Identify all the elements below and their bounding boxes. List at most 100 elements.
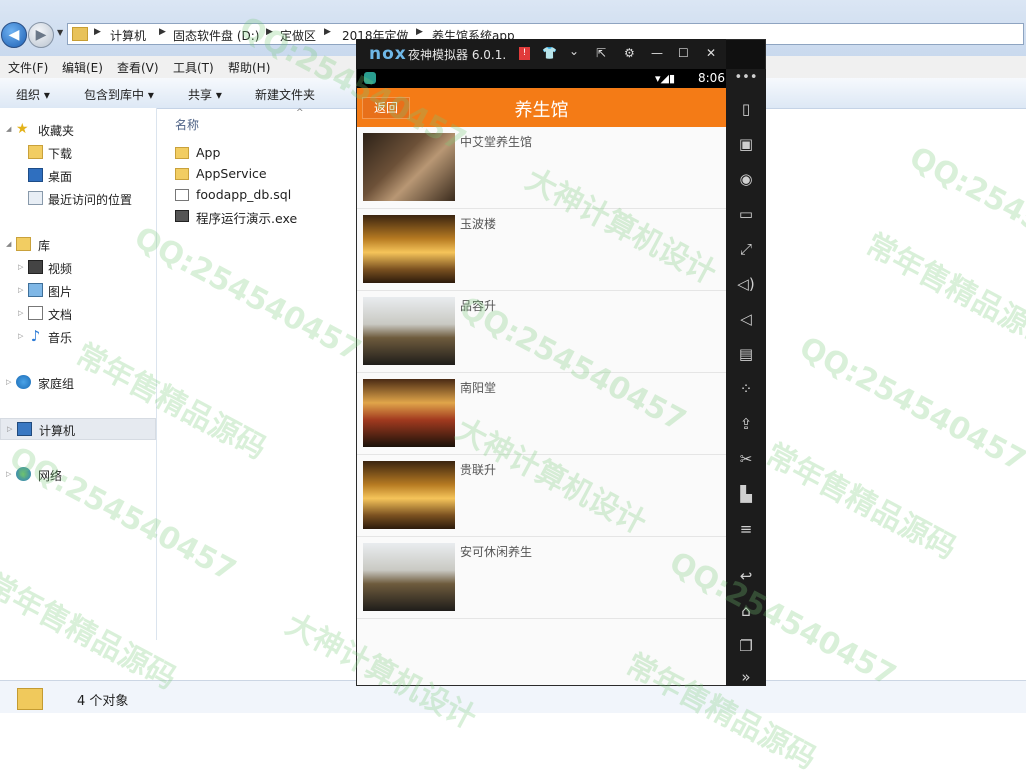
macro-icon[interactable]: ⁘ [726,378,766,400]
shop-thumbnail [363,461,455,529]
menu-tools[interactable]: 工具(T) [173,59,214,76]
screen-icon[interactable]: ▭ [726,203,766,225]
folder-icon [175,168,189,180]
shop-thumbnail [363,297,455,365]
organize-button[interactable]: 组织 ▾ [16,86,50,103]
toolbox-icon[interactable]: ▤ [726,343,766,365]
nav-pictures[interactable]: ▷ 图片 [0,280,156,302]
expand-icon[interactable]: ▷ [18,309,23,317]
nav-homegroup[interactable]: ▷ 家庭组 [0,372,156,394]
watermark-text: QQ:254540457 [793,330,1026,479]
more-options-icon[interactable]: ••• [726,67,766,89]
close-icon[interactable]: ✕ [706,46,716,60]
shop-name: 南阳堂 [460,381,497,395]
menu-view[interactable]: 查看(V) [117,59,159,76]
minimize-icon[interactable]: — [651,46,663,60]
navigation-pane: ◢ ★ 收藏夹 下载 桌面 最近访问的位置 ◢ 库 ▷ 视频 ▷ 图片 ▷ 文档 ▷ ♪ 音乐 … [0,108,157,640]
column-header-name[interactable]: 名称 [175,116,199,133]
home-icon[interactable]: ⌂ [726,600,766,622]
breadcrumb-drive[interactable]: 固态软件盘 (D:) [173,27,259,44]
expand-icon[interactable]: ▷ [18,263,23,271]
settings-gear-icon[interactable]: ⚙ [624,46,635,60]
nav-label: 桌面 [48,170,73,184]
list-item[interactable]: 中艾堂养生馆 [357,127,726,209]
chevron-right-icon: ▶ [416,27,423,37]
breadcrumb-computer[interactable]: 计算机 [110,27,146,44]
expand-icon[interactable]: ▷ [6,378,11,386]
sort-ascending-icon: ^ [296,108,304,118]
include-in-library-button[interactable]: 包含到库中 ▾ [84,86,154,103]
chevron-right-icon: ▶ [324,27,331,37]
list-item[interactable]: 品容升 [357,291,726,373]
nav-label: 计算机 [39,424,76,438]
recents-icon[interactable]: ❐ [726,635,766,657]
app-notification-icon [364,72,376,84]
nav-computer[interactable]: ▷ 计算机 [0,418,156,440]
music-note-icon: ♪ [30,327,41,345]
chevron-right-icon: ▶ [159,27,166,37]
sql-file-icon [175,189,189,201]
new-folder-button[interactable]: 新建文件夹 [255,86,315,103]
list-item[interactable]: 贵联升 [357,455,726,537]
expand-icon[interactable]: ▷ [18,332,23,340]
nav-libraries[interactable]: ◢ 库 [0,234,156,256]
shop-name: 安可休闲养生 [460,545,533,559]
share-button[interactable]: 共享 ▾ [188,86,222,103]
maximize-icon[interactable]: ☐ [678,46,689,60]
nav-downloads[interactable]: 下载 [0,142,156,164]
nav-label: 收藏夹 [38,124,75,138]
video-icon [28,260,43,274]
desktop-icon [28,168,43,182]
collapse-icon[interactable]: ◢ [6,125,11,133]
list-item[interactable]: 玉波楼 [357,209,726,291]
volume-up-icon[interactable]: ◁) [726,273,766,295]
skin-icon[interactable]: 👕 [542,46,557,60]
nav-videos[interactable]: ▷ 视频 [0,257,156,279]
network-icon [16,467,31,481]
menu-file[interactable]: 文件(F) [8,59,48,76]
chevron-down-icon[interactable]: ⌄ [569,44,579,58]
shake-icon[interactable]: ▯ [726,98,766,120]
fullscreen-icon[interactable]: ⤢ [726,238,766,260]
collapse-icon[interactable]: ◢ [6,240,11,248]
nav-desktop[interactable]: 桌面 [0,165,156,187]
libraries-icon [16,237,31,251]
chevron-right-icon: ▶ [94,27,101,37]
menu-edit[interactable]: 编辑(E) [62,59,103,76]
back-button[interactable]: ◀ [1,22,27,48]
expand-icon[interactable]: ▷ [7,425,12,433]
expand-icon[interactable]: ▷ [6,470,11,478]
expand-toolbar-icon[interactable]: » [726,666,766,688]
apk-install-icon[interactable]: ⇪ [726,413,766,435]
alert-badge-icon[interactable]: ! [519,47,530,60]
pin-icon[interactable]: ⇱ [596,46,606,60]
volume-down-icon[interactable]: ◁ [726,308,766,330]
nox-logo: nox [369,44,407,64]
shop-thumbnail [363,543,455,611]
wifi-signal-battery-icon: ▾◢▮ [655,72,676,85]
location-icon[interactable]: ◉ [726,168,766,190]
back-icon[interactable]: ↩ [726,565,766,587]
app-title: 养生馆 [514,100,569,121]
file-name: foodapp_db.sql [196,187,292,202]
list-item[interactable]: 安可休闲养生 [357,537,726,619]
robot-icon[interactable]: ▣ [726,133,766,155]
menu-icon[interactable]: ≡ [726,518,766,540]
nav-label: 家庭组 [38,377,75,391]
nav-network[interactable]: ▷ 网络 [0,464,156,486]
nav-music[interactable]: ▷ ♪ 音乐 [0,326,156,348]
nav-label: 图片 [48,285,73,299]
breadcrumb-custom[interactable]: 定做区 [280,27,316,44]
forward-button[interactable]: ▶ [28,22,54,48]
menu-help[interactable]: 帮助(H) [228,59,270,76]
nav-favorites[interactable]: ◢ ★ 收藏夹 [0,119,156,141]
multi-instance-icon[interactable]: ▙ [726,483,766,505]
expand-icon[interactable]: ▷ [18,286,23,294]
folder-icon [72,27,88,41]
list-item[interactable]: 南阳堂 [357,373,726,455]
scissors-icon[interactable]: ✂ [726,448,766,470]
nav-documents[interactable]: ▷ 文档 [0,303,156,325]
nav-recent[interactable]: 最近访问的位置 [0,188,156,210]
pictures-icon [28,283,43,297]
recent-pages-dropdown-icon[interactable]: ▼ [57,28,63,37]
